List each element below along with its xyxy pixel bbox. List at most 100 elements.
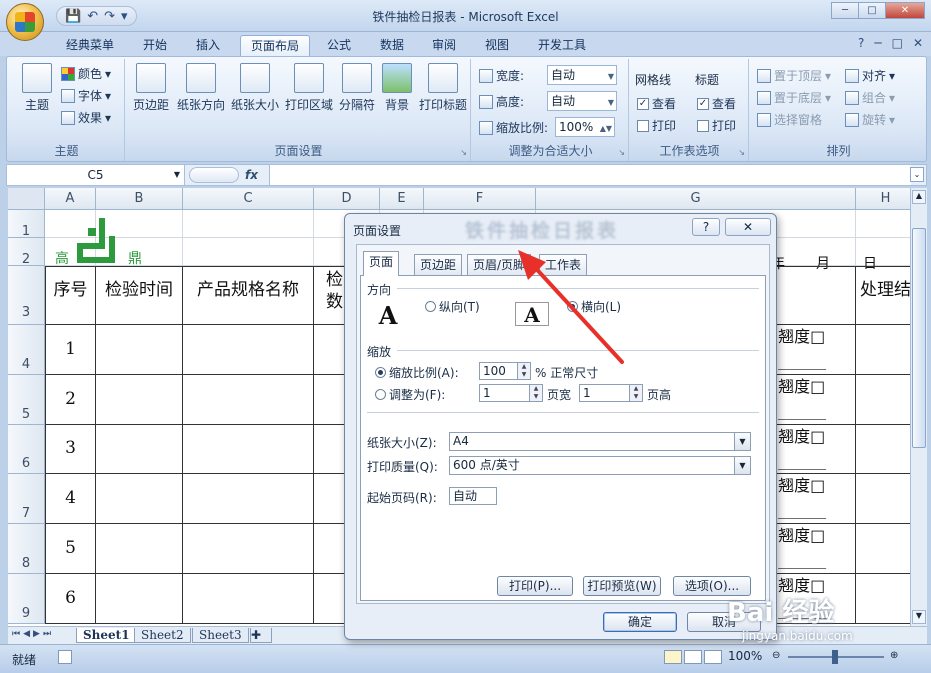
expand-formula-bar-icon[interactable]: ⌄ <box>910 167 924 182</box>
fit-wide-input[interactable]: 1 ▲ ▼ <box>479 384 543 402</box>
zoom-in-icon[interactable]: ⊕ <box>890 650 898 661</box>
tab-data[interactable]: 数据 <box>370 35 414 56</box>
page-break-view-icon[interactable] <box>704 650 722 664</box>
workbook-close-button[interactable]: ✕ <box>913 36 923 50</box>
fit-tall-input[interactable]: 1 ▲ ▼ <box>579 384 643 402</box>
tab-formulas[interactable]: 公式 <box>317 35 361 56</box>
tab-home[interactable]: 开始 <box>133 35 177 56</box>
background-button[interactable]: 背景 <box>379 63 415 113</box>
tab-insert[interactable]: 插入 <box>186 35 230 56</box>
ok-button[interactable]: 确定 <box>603 612 677 632</box>
zoom-level[interactable]: 100% <box>728 649 762 663</box>
zoom-slider-thumb[interactable] <box>832 650 838 664</box>
row-header-1[interactable]: 1 <box>8 210 45 239</box>
first-page-input[interactable]: 自动 <box>449 487 497 505</box>
tab-page-layout[interactable]: 页面布局 <box>240 35 311 56</box>
dialog-close-button[interactable]: ✕ <box>725 218 771 236</box>
row-header-9[interactable]: 9 <box>8 574 45 624</box>
column-header-d[interactable]: D <box>314 188 380 210</box>
bring-front-button[interactable]: 置于顶层 ▾ <box>757 67 831 84</box>
align-button[interactable]: 对齐 ▾ <box>845 67 895 84</box>
themes-button[interactable]: 主题 <box>17 63 57 113</box>
sheet-options-launcher-icon[interactable]: ↘ <box>738 148 745 157</box>
column-header-b[interactable]: B <box>96 188 183 210</box>
row-header-2[interactable]: 2 <box>8 238 45 267</box>
scale-spinner[interactable]: 100% ▲▼ <box>555 117 615 137</box>
print-area-button[interactable]: 打印区域 <box>283 63 335 113</box>
page-setup-launcher-icon[interactable]: ↘ <box>460 148 467 157</box>
vertical-scroll-thumb[interactable] <box>912 228 926 448</box>
dialog-help-button[interactable]: ? <box>692 218 720 236</box>
margins-button[interactable]: 页边距 <box>129 63 173 113</box>
maximize-button[interactable]: □ <box>858 2 886 19</box>
cell[interactable] <box>183 210 314 238</box>
rotate-button[interactable]: 旋转 ▾ <box>845 111 895 128</box>
cell[interactable] <box>183 238 314 266</box>
dialog-tab-page[interactable]: 页面 <box>363 251 400 276</box>
tab-developer[interactable]: 开发工具 <box>528 35 596 56</box>
spin-icon[interactable]: ▲ ▼ <box>629 385 642 401</box>
fit-to-radio[interactable]: 调整为(F): <box>375 386 445 403</box>
column-header-f[interactable]: F <box>424 188 536 210</box>
formula-bar-splitter[interactable] <box>189 167 239 183</box>
print-quality-select[interactable]: 600 点/英寸 ▼ <box>449 456 751 475</box>
sheet-tab-2[interactable]: Sheet2 <box>134 628 191 643</box>
dialog-tab-margins[interactable]: 页边距 <box>414 254 463 275</box>
size-button[interactable]: 纸张大小 <box>229 63 281 113</box>
column-header-a[interactable]: A <box>45 188 96 210</box>
print-preview-button[interactable]: 打印预览(W) <box>583 576 661 596</box>
minimize-button[interactable]: ─ <box>831 2 859 19</box>
fonts-button[interactable]: 字体 ▾ <box>61 87 111 104</box>
row-header-6[interactable]: 6 <box>8 425 45 474</box>
column-header-e[interactable]: E <box>380 188 424 210</box>
tab-view[interactable]: 视图 <box>475 35 519 56</box>
sheet-tab-1[interactable]: Sheet1 <box>76 628 137 643</box>
zoom-out-icon[interactable]: ⊖ <box>772 650 780 661</box>
print-titles-button[interactable]: 打印标题 <box>417 63 469 113</box>
insert-function-icon[interactable]: fx <box>245 165 267 185</box>
office-button[interactable] <box>6 3 44 41</box>
select-all-corner[interactable] <box>8 188 45 210</box>
spin-icon[interactable]: ▲ ▼ <box>529 385 542 401</box>
close-button[interactable]: ✕ <box>885 2 925 19</box>
sheet-tab-3[interactable]: Sheet3 <box>192 628 249 643</box>
headings-view-checkbox[interactable]: ✓ 查看 <box>697 95 736 112</box>
width-combo[interactable]: 自动 ▼ <box>547 65 617 85</box>
column-header-g[interactable]: G <box>536 188 856 210</box>
row-header-4[interactable]: 4 <box>8 325 45 375</box>
colors-button[interactable]: 颜色 ▾ <box>61 65 111 82</box>
selection-pane-button[interactable]: 选择窗格 <box>757 111 822 128</box>
print-button[interactable]: 打印(P)... <box>497 576 573 596</box>
name-box-dropdown-icon[interactable]: ▼ <box>174 165 180 185</box>
insert-sheet-icon[interactable]: ✚ <box>250 628 272 643</box>
send-back-button[interactable]: 置于底层 ▾ <box>757 89 831 106</box>
adjust-to-radio[interactable]: 缩放比例(A): <box>375 364 459 381</box>
page-layout-view-icon[interactable] <box>684 650 702 664</box>
gridlines-print-checkbox[interactable]: 打印 <box>637 117 676 134</box>
column-header-c[interactable]: C <box>183 188 314 210</box>
row-header-5[interactable]: 5 <box>8 375 45 425</box>
group-button[interactable]: 组合 ▾ <box>845 89 895 106</box>
scroll-up-icon[interactable]: ▲ <box>912 190 926 204</box>
effects-button[interactable]: 效果 ▾ <box>61 109 111 126</box>
row-header-8[interactable]: 8 <box>8 524 45 574</box>
row-header-3[interactable]: 3 <box>8 266 45 325</box>
vertical-scrollbar[interactable]: ▲ ▼ <box>910 188 927 626</box>
headings-print-checkbox[interactable]: 打印 <box>697 117 736 134</box>
height-combo[interactable]: 自动 ▼ <box>547 91 617 111</box>
tab-classic-menu[interactable]: 经典菜单 <box>56 35 124 56</box>
gridlines-view-checkbox[interactable]: ✓ 查看 <box>637 95 676 112</box>
row-header-7[interactable]: 7 <box>8 474 45 524</box>
paper-size-select[interactable]: A4 ▼ <box>449 432 751 451</box>
orientation-button[interactable]: 纸张方向 <box>175 63 227 113</box>
scale-launcher-icon[interactable]: ↘ <box>618 148 625 157</box>
name-box[interactable]: C5 ▼ <box>7 165 185 185</box>
normal-view-icon[interactable] <box>664 650 682 664</box>
cell[interactable] <box>856 210 910 238</box>
column-header-h[interactable]: H <box>856 188 910 210</box>
help-icon[interactable]: ? <box>858 36 864 50</box>
workbook-minimize-button[interactable]: ─ <box>874 36 881 50</box>
breaks-button[interactable]: 分隔符 <box>337 63 377 113</box>
scroll-down-icon[interactable]: ▼ <box>912 610 926 624</box>
formula-input[interactable] <box>269 165 911 185</box>
